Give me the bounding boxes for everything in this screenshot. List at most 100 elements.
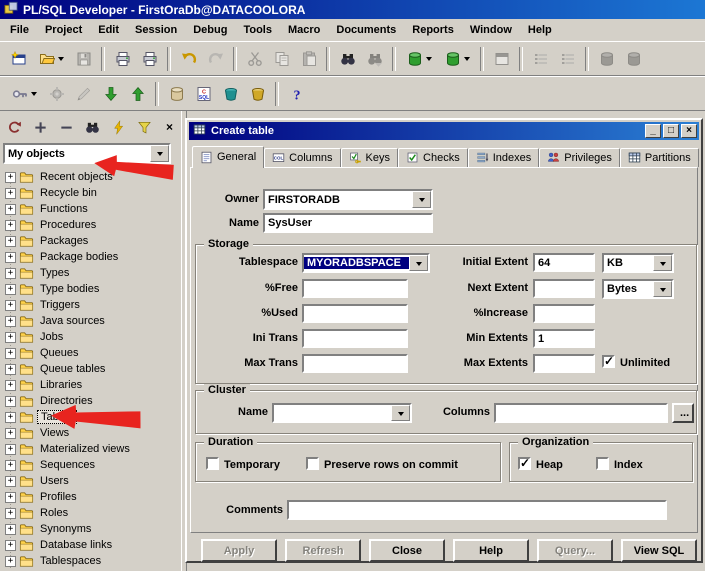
- tree-item-triggers[interactable]: + Triggers: [2, 297, 181, 313]
- max-extents-input[interactable]: [533, 354, 595, 373]
- expand-icon[interactable]: +: [5, 331, 16, 343]
- tree-item-types[interactable]: + Types: [2, 265, 181, 281]
- tree-item-recycle-bin[interactable]: + Recycle bin: [2, 185, 181, 201]
- initial-extent-input[interactable]: [533, 253, 595, 272]
- cluster-columns-browse-button[interactable]: ...: [672, 403, 694, 423]
- tree-item-sequences[interactable]: + Sequences: [2, 457, 181, 473]
- tree-item-packages[interactable]: + Packages: [2, 233, 181, 249]
- tree-item-tablespaces[interactable]: + Tablespaces: [2, 553, 181, 569]
- tree-item-synonyms[interactable]: + Synonyms: [2, 521, 181, 537]
- expand-icon[interactable]: +: [5, 347, 16, 359]
- pct-increase-input[interactable]: [533, 304, 595, 323]
- expand-icon[interactable]: +: [5, 459, 16, 471]
- menu-reports[interactable]: Reports: [404, 21, 462, 39]
- tab-keys[interactable]: Keys: [340, 148, 399, 167]
- print-setup-button[interactable]: [136, 45, 163, 72]
- tree-item-procedures[interactable]: + Procedures: [2, 217, 181, 233]
- tab-partitions[interactable]: Partitions: [619, 148, 699, 167]
- tablespace-combobox[interactable]: MYORADBSPACE: [302, 253, 430, 273]
- expand-icon[interactable]: +: [5, 427, 16, 439]
- tree-item-profiles[interactable]: + Profiles: [2, 489, 181, 505]
- expand-icon[interactable]: +: [5, 411, 16, 423]
- cluster-name-dropdown-icon[interactable]: [391, 405, 410, 421]
- expand-icon[interactable]: +: [5, 251, 16, 263]
- menu-documents[interactable]: Documents: [328, 21, 404, 39]
- tab-privileges[interactable]: Privileges: [539, 148, 620, 167]
- tab-checks[interactable]: Checks: [398, 148, 468, 167]
- temporary-checkbox[interactable]: [206, 457, 219, 470]
- expand-icon[interactable]: +: [5, 283, 16, 295]
- maximize-button[interactable]: □: [663, 124, 679, 138]
- import-button[interactable]: [97, 80, 124, 107]
- tree-item-libraries[interactable]: + Libraries: [2, 377, 181, 393]
- comments-input[interactable]: [287, 500, 667, 520]
- close-button[interactable]: Close: [369, 539, 445, 562]
- find-button[interactable]: [334, 45, 361, 72]
- expand-icon[interactable]: +: [5, 555, 16, 567]
- quick-actions-button[interactable]: [109, 118, 128, 137]
- expand-icon[interactable]: +: [5, 203, 16, 215]
- view-sql-button[interactable]: View SQL: [621, 539, 697, 562]
- menu-tools[interactable]: Tools: [235, 21, 280, 39]
- expand-icon[interactable]: +: [5, 539, 16, 551]
- help-button[interactable]: ?: [283, 80, 310, 107]
- execute-button[interactable]: [438, 45, 476, 72]
- menu-window[interactable]: Window: [462, 21, 520, 39]
- tab-columns[interactable]: COL Columns: [264, 148, 341, 167]
- expand-icon[interactable]: +: [5, 267, 16, 279]
- next-extent-unit-combobox[interactable]: Bytes: [602, 279, 674, 299]
- expand-icon[interactable]: +: [5, 443, 16, 455]
- collapse-all-button[interactable]: [57, 118, 76, 137]
- expand-icon[interactable]: +: [5, 491, 16, 503]
- menu-help[interactable]: Help: [520, 21, 560, 39]
- unlimited-checkbox[interactable]: [602, 354, 615, 368]
- expand-icon[interactable]: +: [5, 395, 16, 407]
- export-button[interactable]: [124, 80, 151, 107]
- menu-project[interactable]: Project: [37, 21, 90, 39]
- tree-item-java-sources[interactable]: + Java sources: [2, 313, 181, 329]
- max-trans-input[interactable]: [302, 354, 408, 373]
- expand-icon[interactable]: +: [5, 187, 16, 199]
- command-window-button[interactable]: [244, 80, 271, 107]
- min-extents-input[interactable]: [533, 329, 595, 348]
- expand-icon[interactable]: +: [5, 299, 16, 311]
- menu-session[interactable]: Session: [127, 21, 185, 39]
- test-window-button[interactable]: [217, 80, 244, 107]
- new-item-button[interactable]: [5, 45, 32, 72]
- owner-combobox[interactable]: FIRSTORADB: [263, 189, 433, 210]
- tree-item-users[interactable]: + Users: [2, 473, 181, 489]
- app-titlebar[interactable]: PL/SQL Developer - FirstOraDb@DATACOOLOR…: [0, 0, 705, 19]
- initial-extent-unit-dropdown-icon[interactable]: [653, 255, 672, 271]
- heap-checkbox[interactable]: [518, 456, 531, 470]
- refresh-button[interactable]: [5, 118, 24, 137]
- expand-icon[interactable]: +: [5, 315, 16, 327]
- tree-item-functions[interactable]: + Functions: [2, 201, 181, 217]
- cluster-columns-input[interactable]: [494, 403, 668, 423]
- tree-item-queues[interactable]: + Queues: [2, 345, 181, 361]
- compile-button[interactable]: [163, 80, 190, 107]
- open-file-button[interactable]: [32, 45, 70, 72]
- menu-debug[interactable]: Debug: [185, 21, 235, 39]
- tree-item-type-bodies[interactable]: + Type bodies: [2, 281, 181, 297]
- tree-item-queue-tables[interactable]: + Queue tables: [2, 361, 181, 377]
- log-on-button[interactable]: [5, 80, 43, 107]
- print-button[interactable]: [109, 45, 136, 72]
- table-name-input[interactable]: [263, 213, 433, 233]
- pct-free-input[interactable]: [302, 279, 408, 298]
- expand-icon[interactable]: +: [5, 475, 16, 487]
- tree-item-jobs[interactable]: + Jobs: [2, 329, 181, 345]
- tree-item-package-bodies[interactable]: + Package bodies: [2, 249, 181, 265]
- expand-icon[interactable]: +: [5, 379, 16, 391]
- menu-edit[interactable]: Edit: [90, 21, 127, 39]
- tab-indexes[interactable]: Indexes: [467, 148, 540, 167]
- close-icon[interactable]: ×: [681, 124, 697, 138]
- initial-extent-unit-combobox[interactable]: KB: [602, 253, 674, 273]
- next-extent-unit-dropdown-icon[interactable]: [653, 281, 672, 297]
- tree-item-database-links[interactable]: + Database links: [2, 537, 181, 553]
- filter-button[interactable]: [135, 118, 154, 137]
- expand-all-button[interactable]: [31, 118, 50, 137]
- sql-window-button[interactable]: C SQL: [190, 80, 217, 107]
- expand-icon[interactable]: +: [5, 235, 16, 247]
- tree-item-materialized-views[interactable]: + Materialized views: [2, 441, 181, 457]
- preserve-rows-checkbox[interactable]: [306, 457, 319, 470]
